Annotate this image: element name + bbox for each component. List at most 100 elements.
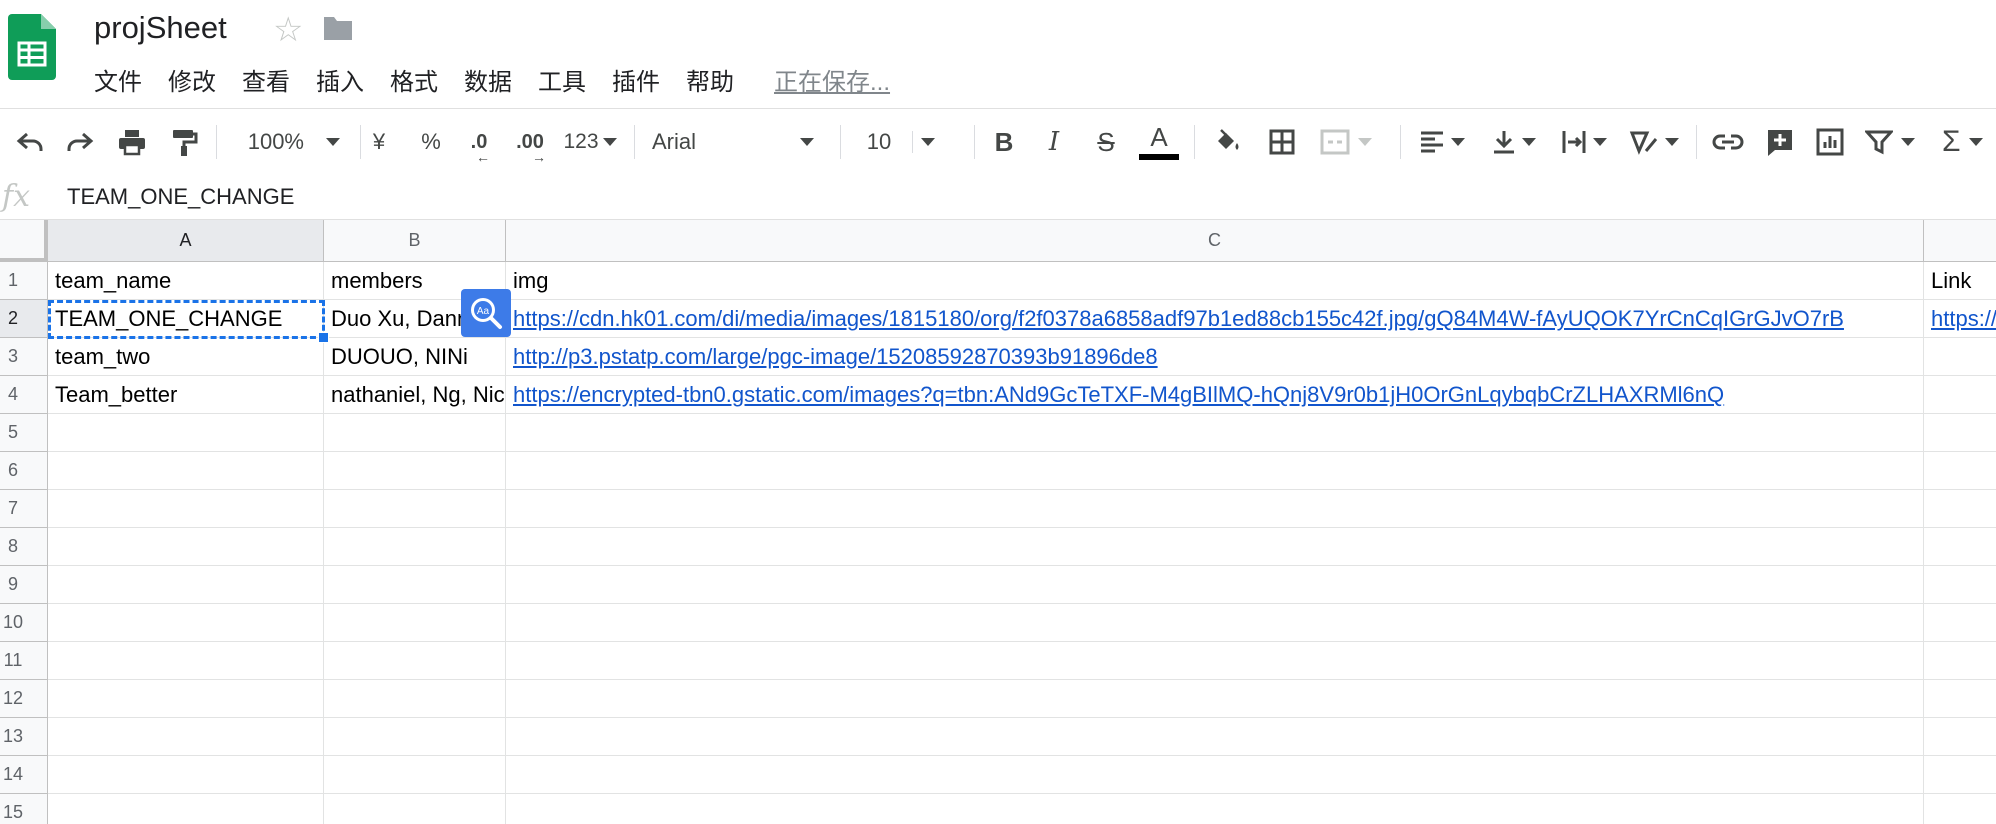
strikethrough-button[interactable]: S <box>1088 109 1124 175</box>
column-header-a[interactable]: A <box>48 220 324 262</box>
menubar: 文件 修改 查看 插入 格式 数据 工具 插件 帮助 正在保存... <box>94 62 890 97</box>
row-header-1[interactable]: 1 <box>0 262 48 300</box>
functions-button[interactable]: Σ <box>1942 109 1996 175</box>
fill-handle[interactable] <box>318 332 329 343</box>
row-header-7[interactable]: 7 <box>0 490 48 528</box>
font-name: Arial <box>652 129 697 154</box>
redo-icon[interactable] <box>60 109 100 175</box>
column-header-b[interactable]: B <box>324 220 506 262</box>
gridline <box>48 565 1996 566</box>
chart-icon[interactable] <box>1810 109 1850 175</box>
menu-insert[interactable]: 插入 <box>316 62 364 97</box>
menu-help[interactable]: 帮助 <box>686 62 734 97</box>
text-color-button[interactable]: A <box>1138 109 1180 175</box>
row-header-4[interactable]: 4 <box>0 376 48 414</box>
menu-view[interactable]: 查看 <box>242 62 290 97</box>
menu-format[interactable]: 格式 <box>390 62 438 97</box>
row-header-10[interactable]: 10 <box>0 604 48 642</box>
wrap-icon <box>1562 131 1586 153</box>
menu-tools[interactable]: 工具 <box>538 62 586 97</box>
currency-button[interactable]: ¥ <box>366 109 392 175</box>
font-size-value: 10 <box>866 129 892 154</box>
more-formats-button[interactable]: 123 <box>560 109 620 175</box>
row-header-label: 15 <box>2 802 24 822</box>
row-header-12[interactable]: 12 <box>0 680 48 718</box>
fill-color-icon[interactable] <box>1208 109 1248 175</box>
row-header-11[interactable]: 11 <box>0 642 48 680</box>
zoom-select[interactable]: 100% <box>236 109 356 175</box>
cell-a3[interactable]: team_two <box>48 338 324 376</box>
cell-a4[interactable]: Team_better <box>48 376 324 414</box>
wrap-button[interactable] <box>1556 109 1612 175</box>
row-header-14[interactable]: 14 <box>0 756 48 794</box>
more-formats-label: 123 <box>563 130 599 153</box>
menu-data[interactable]: 数据 <box>464 62 512 97</box>
doc-title[interactable]: projSheet <box>94 10 227 46</box>
menu-file[interactable]: 文件 <box>94 62 142 97</box>
cell-c2[interactable]: https://cdn.hk01.com/di/media/images/181… <box>506 300 1924 338</box>
row-header-6[interactable]: 6 <box>0 452 48 490</box>
menu-addons[interactable]: 插件 <box>612 62 660 97</box>
align-button[interactable] <box>1414 109 1470 175</box>
row-header-5[interactable]: 5 <box>0 414 48 452</box>
font-size-divider <box>912 131 913 153</box>
chevron-down-icon <box>1451 138 1465 146</box>
undo-icon[interactable] <box>10 109 50 175</box>
align-icon <box>1421 131 1443 153</box>
gridline <box>48 603 1996 604</box>
bold-button[interactable]: B <box>986 109 1022 175</box>
decrease-decimal-button[interactable]: .0 ← <box>462 109 496 175</box>
select-all-corner[interactable] <box>0 220 48 262</box>
borders-icon[interactable] <box>1262 109 1302 175</box>
increase-decimal-button[interactable]: .00 → <box>510 109 550 175</box>
star-icon[interactable]: ☆ <box>273 10 303 50</box>
cell-b3[interactable]: DUOUO, NINi <box>324 338 506 376</box>
row-header-label: 7 <box>7 498 18 518</box>
row-header-13[interactable]: 13 <box>0 718 48 756</box>
chevron-down-icon <box>1358 138 1372 146</box>
print-icon[interactable] <box>112 109 152 175</box>
row-header-9[interactable]: 9 <box>0 566 48 604</box>
sheets-logo-icon[interactable] <box>8 14 56 80</box>
paint-format-icon[interactable] <box>164 109 204 175</box>
valign-button[interactable] <box>1486 109 1542 175</box>
row-header-label: 12 <box>2 688 24 708</box>
percent-label: % <box>421 129 441 154</box>
cell-c4[interactable]: https://encrypted-tbn0.gstatic.com/image… <box>506 376 1924 414</box>
row-header-15[interactable]: 15 <box>0 794 48 824</box>
menu-edit[interactable]: 修改 <box>168 62 216 97</box>
cell-b4[interactable]: nathaniel, Ng, Nick <box>324 376 506 414</box>
cell-a1[interactable]: team_name <box>48 262 324 300</box>
saving-status[interactable]: 正在保存... <box>774 62 890 97</box>
formula-input[interactable]: TEAM_ONE_CHANGE <box>67 184 294 210</box>
filter-button[interactable] <box>1862 109 1918 175</box>
font-size-select[interactable]: 10 <box>848 109 958 175</box>
row-header-3[interactable]: 3 <box>0 338 48 376</box>
folder-icon[interactable] <box>322 14 354 47</box>
merge-cells-icon <box>1320 129 1350 155</box>
chevron-down-icon <box>1593 138 1607 146</box>
font-select[interactable]: Arial <box>652 109 832 175</box>
gridline <box>48 679 1996 680</box>
cell-c3[interactable]: http://p3.pstatp.com/large/pgc-image/152… <box>506 338 1924 376</box>
cell-c1[interactable]: img <box>506 262 1924 300</box>
italic-button[interactable]: I <box>1036 109 1072 175</box>
column-header-c[interactable]: C <box>506 220 1924 262</box>
percent-button[interactable]: % <box>416 109 446 175</box>
rotate-button[interactable] <box>1626 109 1682 175</box>
row-header-8[interactable]: 8 <box>0 528 48 566</box>
cell-a2[interactable]: TEAM_ONE_CHANGE <box>48 300 324 338</box>
column-header-d[interactable] <box>1924 220 1996 262</box>
row-header-label: 2 <box>7 308 18 328</box>
cell-d1[interactable]: Link <box>1924 262 1996 300</box>
dictionary-extension-icon[interactable]: Aa <box>461 289 511 337</box>
row-header-label: 1 <box>7 270 18 290</box>
link-icon[interactable] <box>1708 109 1748 175</box>
row-header-2[interactable]: 2 <box>0 300 48 338</box>
currency-label: ¥ <box>372 129 386 154</box>
gridline <box>48 793 1996 794</box>
merge-cells-button[interactable] <box>1316 109 1376 175</box>
comment-icon[interactable] <box>1760 109 1800 175</box>
cell-d2[interactable]: https:// <box>1924 300 1996 338</box>
arrow-right-icon: → <box>532 149 546 165</box>
